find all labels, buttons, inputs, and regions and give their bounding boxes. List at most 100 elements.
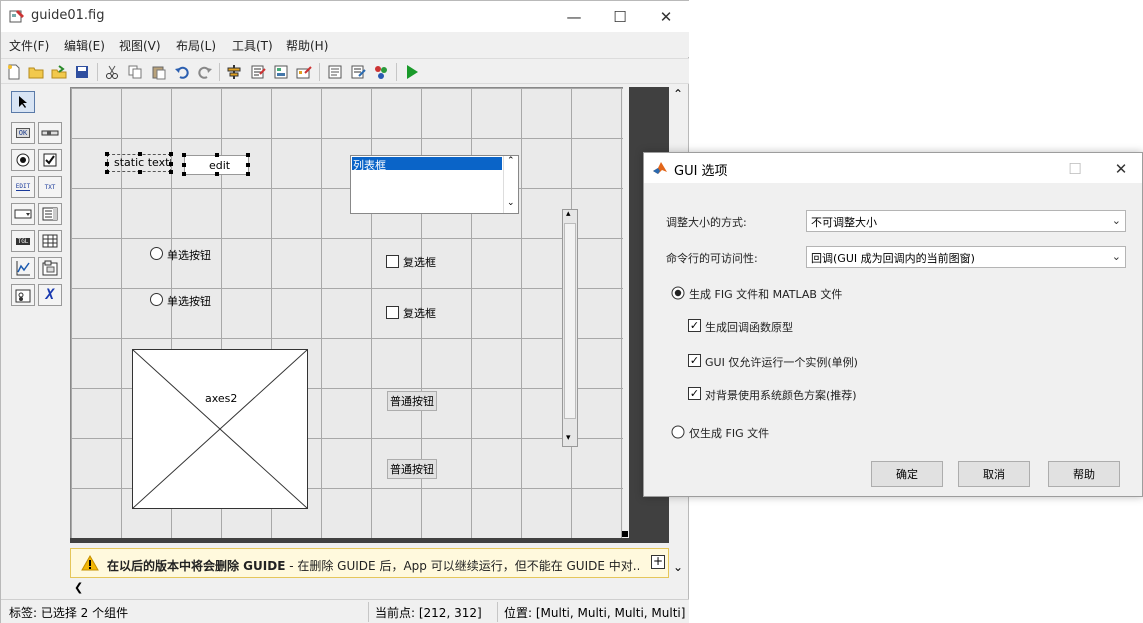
listbox-component[interactable]: 列表框 ⌃ ⌄ — [350, 155, 519, 214]
dialog-title: GUI 选项 — [674, 164, 728, 179]
property-inspector-icon[interactable] — [348, 62, 368, 82]
radio-fig-only[interactable] — [671, 425, 685, 439]
cmdline-select-value: 回调(GUI 成为回调内的当前图窗) — [811, 252, 975, 265]
chevron-down-icon[interactable]: ⌄ — [507, 198, 515, 208]
axes-component[interactable]: axes2 — [132, 349, 308, 509]
status-tag: 标签: 已选择 2 个组件 — [9, 606, 129, 620]
tab-order-icon[interactable] — [271, 62, 291, 82]
status-separator — [368, 602, 369, 622]
toolbar-separator — [319, 63, 320, 81]
warning-icon — [81, 555, 99, 571]
edit-tool-label: EDIT — [15, 183, 31, 191]
pushbutton-tool-label: OK — [15, 128, 31, 138]
menu-editor-icon[interactable] — [248, 62, 268, 82]
radio-tool-icon[interactable] — [11, 149, 35, 171]
maximize-button[interactable]: ☐ — [597, 1, 643, 32]
toolbar-separator — [219, 63, 220, 81]
dialog-maximize-button: ☐ — [1068, 159, 1082, 178]
chevron-left-icon[interactable]: ❮ — [74, 581, 83, 594]
radio-fig-only-label: 仅生成 FIG 文件 — [689, 427, 770, 440]
chevron-up-icon[interactable]: ▴ — [566, 209, 571, 219]
text-tool-label: TXT — [44, 183, 56, 191]
help-button[interactable]: 帮助 — [1048, 461, 1120, 487]
menu-layout[interactable]: 布局(L) — [176, 37, 216, 54]
pushbutton-tool-icon[interactable]: OK — [11, 122, 35, 144]
toolbar-editor-icon[interactable] — [294, 62, 314, 82]
canvas-border-area — [70, 538, 669, 543]
chevron-up-icon[interactable]: ⌃ — [507, 156, 515, 166]
table-tool-icon[interactable] — [38, 230, 62, 252]
checkbox[interactable] — [386, 255, 399, 268]
cancel-button[interactable]: 取消 — [958, 461, 1030, 487]
activex-tool-icon[interactable]: X — [38, 284, 62, 306]
guide-app-icon — [9, 10, 24, 23]
copy-icon[interactable] — [125, 62, 145, 82]
checkbox-prototypes[interactable]: ✓ — [688, 319, 701, 332]
cut-icon[interactable] — [102, 62, 122, 82]
slider-thumb[interactable] — [564, 223, 576, 419]
paste-icon[interactable] — [149, 62, 169, 82]
checkbox[interactable] — [386, 306, 399, 319]
push-button[interactable]: 普通按钮 — [387, 459, 437, 479]
menu-view[interactable]: 视图(V) — [119, 37, 161, 54]
cmdline-select[interactable]: 回调(GUI 成为回调内的当前图窗) ⌄ — [806, 246, 1126, 268]
listbox-selected-item[interactable]: 列表框 — [352, 157, 502, 172]
open-folder-icon[interactable] — [26, 62, 46, 82]
run-icon[interactable] — [402, 62, 422, 82]
save-as-icon[interactable] — [49, 62, 69, 82]
radio-fig-mfile[interactable] — [671, 286, 685, 300]
matlab-logo-icon — [653, 162, 667, 174]
chevron-up-icon[interactable]: ⌃ — [673, 87, 683, 101]
axes-tool-icon[interactable] — [11, 257, 35, 279]
menu-tools[interactable]: 工具(T) — [232, 37, 273, 54]
select-arrow-icon[interactable] — [11, 91, 35, 113]
menu-edit[interactable]: 编辑(E) — [64, 37, 105, 54]
edit-tool-icon[interactable]: EDIT — [11, 176, 35, 198]
buttongroup-tool-icon[interactable] — [11, 284, 35, 306]
slider-tool-icon[interactable] — [38, 122, 62, 144]
align-icon[interactable] — [224, 62, 244, 82]
gui-options-dialog: GUI 选项 ☐ ✕ 调整大小的方式: 不可调整大小 ⌄ 命令行的可访问性: 回… — [643, 152, 1143, 497]
undo-icon[interactable] — [172, 62, 192, 82]
radio-label: 单选按钮 — [167, 295, 211, 308]
minimize-button[interactable]: — — [551, 1, 597, 32]
static-text-component[interactable]: static text — [105, 152, 173, 174]
status-bar: 标签: 已选择 2 个组件 当前点: [212, 312] 位置: [Multi… — [1, 599, 689, 623]
menu-help[interactable]: 帮助(H) — [286, 37, 328, 54]
save-icon[interactable] — [72, 62, 92, 82]
ok-button[interactable]: 确定 — [871, 461, 943, 487]
dialog-close-button[interactable]: ✕ — [1098, 153, 1143, 184]
expand-warning-button[interactable]: + — [651, 555, 665, 569]
close-button[interactable]: ✕ — [643, 1, 689, 32]
horizontal-scrollbar[interactable]: ❮ — [70, 579, 669, 599]
popup-tool-icon[interactable] — [11, 203, 35, 225]
editor-icon[interactable] — [325, 62, 345, 82]
chevron-down-icon: ⌄ — [1111, 250, 1121, 263]
push-button[interactable]: 普通按钮 — [387, 391, 437, 411]
radio-button[interactable] — [150, 293, 163, 306]
chevron-down-icon[interactable]: ⌄ — [673, 560, 683, 574]
edit-component[interactable]: edit — [182, 153, 250, 176]
checkbox-singleton[interactable]: ✓ — [688, 354, 701, 367]
redo-icon[interactable] — [195, 62, 215, 82]
chevron-down-icon[interactable]: ▾ — [566, 433, 571, 443]
menu-file[interactable]: 文件(F) — [9, 37, 49, 54]
toggle-tool-icon[interactable]: TGL — [11, 230, 35, 252]
slider-component[interactable]: ▴ ▾ — [562, 209, 578, 447]
title-bar: guide01.fig — ☐ ✕ — [1, 1, 689, 32]
listbox-scrollbar[interactable]: ⌃ ⌄ — [503, 156, 518, 213]
checkbox-system-colors-label: 对背景使用系统颜色方案(推荐) — [705, 389, 857, 402]
toolbar-separator — [97, 63, 98, 81]
toggle-tool-label: TGL — [15, 237, 31, 245]
object-browser-icon[interactable] — [371, 62, 391, 82]
checkbox-tool-icon[interactable] — [38, 149, 62, 171]
checkbox-system-colors[interactable]: ✓ — [688, 387, 701, 400]
design-canvas[interactable]: static text edit 列表框 ⌃ ⌄ 单选按钮 单选按钮 复选框 复… — [70, 87, 623, 538]
text-tool-icon[interactable]: TXT — [38, 176, 62, 198]
listbox-tool-icon[interactable] — [38, 203, 62, 225]
panel-tool-icon[interactable] — [38, 257, 62, 279]
canvas-resize-handle[interactable] — [622, 531, 628, 537]
resize-select[interactable]: 不可调整大小 ⌄ — [806, 210, 1126, 232]
radio-button[interactable] — [150, 247, 163, 260]
new-file-icon[interactable] — [4, 62, 24, 82]
